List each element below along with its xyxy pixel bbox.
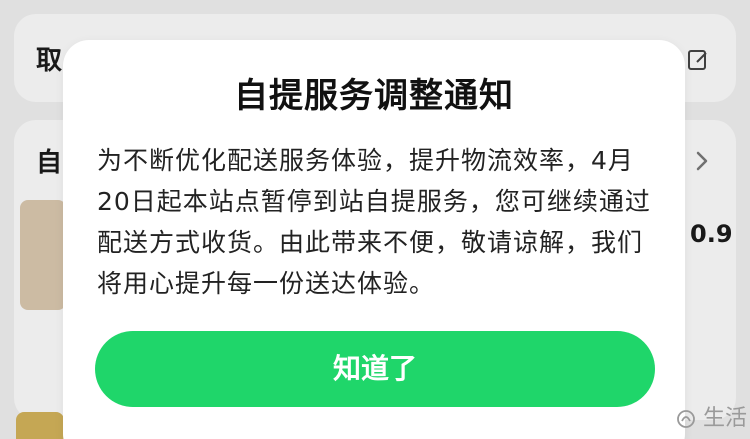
dialog-title: 自提服务调整通知 xyxy=(234,76,514,116)
confirm-button[interactable]: 知道了 xyxy=(95,331,655,407)
watermark-text: 生活 xyxy=(703,406,748,431)
watermark: 生活 xyxy=(676,402,750,436)
notice-dialog: 自提服务调整通知 为不断优化配送服务体验，提升物流效率，4月20日起本站点暂停到… xyxy=(63,40,685,439)
watermark-logo-icon xyxy=(677,410,695,428)
dialog-message: 为不断优化配送服务体验，提升物流效率，4月20日起本站点暂停到站自提服务，您可继… xyxy=(97,146,651,298)
